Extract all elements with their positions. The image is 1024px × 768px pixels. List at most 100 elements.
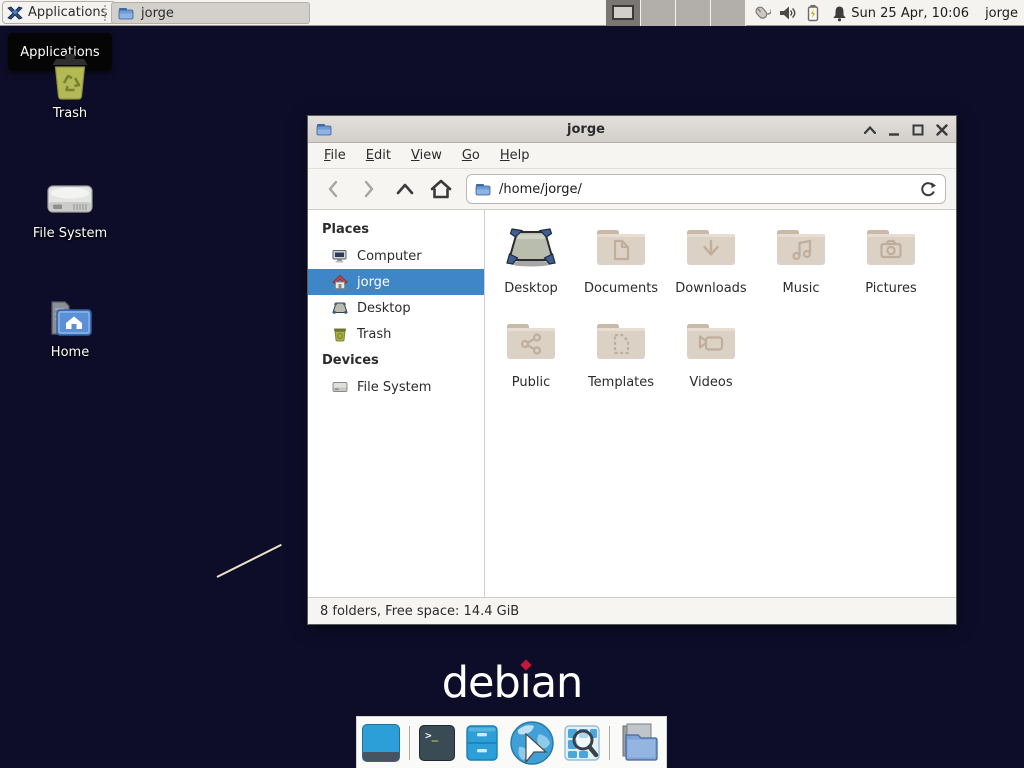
- terminal-launcher[interactable]: >_: [419, 725, 455, 761]
- folder-item-videos[interactable]: Videos: [666, 316, 756, 390]
- file-manager-launcher[interactable]: [464, 725, 500, 761]
- app-finder-icon: [564, 725, 600, 761]
- sidebar-item-trash[interactable]: Trash: [308, 321, 484, 347]
- pictures-folder-icon: [846, 222, 936, 268]
- volume-icon[interactable]: [774, 0, 800, 26]
- taskbar-window-button[interactable]: jorge: [111, 2, 310, 24]
- minimize-button[interactable]: [886, 122, 902, 138]
- workspace-2[interactable]: [641, 0, 676, 26]
- workspace-switcher[interactable]: [606, 0, 746, 26]
- folder-label-downloads: Downloads: [666, 281, 756, 296]
- window-content: Places Computer: [308, 210, 956, 597]
- window-titlebar[interactable]: jorge: [308, 116, 956, 143]
- battery-icon[interactable]: [800, 0, 826, 26]
- desktop-special-icon: [486, 222, 576, 268]
- menu-bar: File Edit View Go Help: [308, 143, 956, 169]
- menu-view[interactable]: View: [401, 145, 452, 166]
- mouse-settings-icon[interactable]: [748, 0, 774, 26]
- sidebar-label-trash: Trash: [357, 327, 391, 342]
- sidebar-item-desktop[interactable]: Desktop: [308, 295, 484, 321]
- menu-help[interactable]: Help: [490, 145, 540, 166]
- menu-file[interactable]: File: [314, 145, 356, 166]
- folder-item-documents[interactable]: Documents: [576, 222, 666, 296]
- close-button[interactable]: [934, 122, 950, 138]
- sidebar-header-devices: Devices: [308, 347, 484, 374]
- maximize-button[interactable]: [910, 122, 926, 138]
- sidebar-label-computer: Computer: [357, 249, 422, 264]
- folder-label-music: Music: [756, 281, 846, 296]
- desktop-icon-home[interactable]: Home: [20, 291, 120, 360]
- applications-menu-button[interactable]: Applications: [2, 1, 116, 24]
- reload-button[interactable]: [920, 181, 937, 198]
- wordmark-text-2: an: [531, 658, 583, 708]
- drive-small-icon: [332, 379, 348, 395]
- desktop-icon-filesystem-label: File System: [20, 226, 120, 241]
- desktop-icon-trash[interactable]: Trash: [20, 52, 120, 121]
- up-button[interactable]: [390, 175, 420, 203]
- shade-button[interactable]: [862, 122, 878, 138]
- sidebar-item-computer[interactable]: Computer: [308, 243, 484, 269]
- panel-clock[interactable]: Sun 25 Apr, 10:06: [851, 6, 969, 21]
- home-icon: [332, 274, 348, 290]
- folder-item-desktop[interactable]: Desktop: [486, 222, 576, 296]
- workspace-1[interactable]: [606, 0, 641, 26]
- xfce-logo-icon: [7, 5, 23, 21]
- app-finder-launcher[interactable]: [564, 725, 600, 761]
- home-button[interactable]: [426, 175, 456, 203]
- toolbar: /home/jorge/: [308, 169, 956, 210]
- globe-browser-icon: [509, 720, 555, 766]
- sidebar: Places Computer: [308, 210, 485, 597]
- workspace-3[interactable]: [676, 0, 711, 26]
- panel-username[interactable]: jorge: [985, 6, 1018, 21]
- desktop-icon-filesystem[interactable]: File System: [20, 172, 120, 241]
- hard-drive-icon: [20, 172, 120, 222]
- file-manager-window: jorge File Edit View Go Help: [307, 115, 957, 625]
- desktop-icon-trash-label: Trash: [20, 106, 120, 121]
- blue-folder-icon: [118, 5, 134, 21]
- folder-label-documents: Documents: [576, 281, 666, 296]
- taskbar-window-label: jorge: [141, 6, 174, 21]
- terminal-icon: >_: [419, 725, 455, 761]
- file-cabinet-icon: [464, 725, 500, 761]
- folder-label-desktop: Desktop: [486, 281, 576, 296]
- desktop-icon-home-label: Home: [20, 345, 120, 360]
- sidebar-item-filesystem[interactable]: File System: [308, 374, 484, 400]
- path-bar[interactable]: /home/jorge/: [466, 174, 946, 204]
- workspace-window-thumb: [612, 5, 634, 20]
- documents-folder-icon: [576, 222, 666, 268]
- menu-go[interactable]: Go: [452, 145, 490, 166]
- folder-item-templates[interactable]: Templates: [576, 316, 666, 390]
- dock-folder-icon: [619, 723, 661, 763]
- menu-edit[interactable]: Edit: [356, 145, 401, 166]
- show-desktop-button[interactable]: [362, 724, 400, 762]
- path-input[interactable]: /home/jorge/: [499, 182, 912, 197]
- web-browser-launcher[interactable]: [509, 720, 555, 766]
- desktop-icon: [332, 300, 348, 316]
- pathbar-folder-icon: [475, 181, 491, 197]
- forward-button[interactable]: [354, 175, 384, 203]
- folder-label-pictures: Pictures: [846, 281, 936, 296]
- sidebar-item-jorge[interactable]: jorge: [308, 269, 484, 295]
- sidebar-label-desktop: Desktop: [357, 301, 411, 316]
- status-bar: 8 folders, Free space: 14.4 GiB: [308, 597, 956, 624]
- wallpaper-swoosh-line: [217, 544, 282, 578]
- folder-item-pictures[interactable]: Pictures: [846, 222, 936, 296]
- videos-folder-icon: [666, 316, 756, 362]
- sidebar-label-jorge: jorge: [357, 275, 390, 290]
- downloads-folder-icon: [666, 222, 756, 268]
- directory-menu-launcher[interactable]: [619, 723, 661, 763]
- folder-item-public[interactable]: Public: [486, 316, 576, 390]
- file-grid: Desktop Documents: [485, 210, 956, 597]
- dock-separator-2: [609, 726, 610, 760]
- top-panel: Applications jorge: [0, 0, 1024, 26]
- notification-bell-icon[interactable]: [826, 0, 852, 26]
- desktop: debıan Applications jorge: [0, 0, 1024, 768]
- folder-item-downloads[interactable]: Downloads: [666, 222, 756, 296]
- clock-area: Sun 25 Apr, 10:06 jorge: [851, 0, 1018, 26]
- debian-wordmark: debıan: [362, 658, 662, 708]
- back-button[interactable]: [318, 175, 348, 203]
- trash-icon: [20, 52, 120, 102]
- workspace-4[interactable]: [711, 0, 746, 26]
- computer-icon: [332, 248, 348, 264]
- folder-item-music[interactable]: Music: [756, 222, 846, 296]
